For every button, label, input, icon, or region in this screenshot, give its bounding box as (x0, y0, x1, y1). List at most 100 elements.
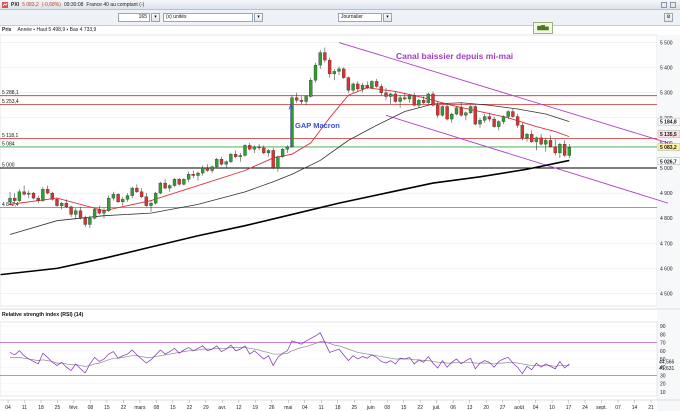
candle-body (412, 95, 416, 106)
rsi-tick-label: 70 (660, 341, 666, 347)
candle (107, 195, 111, 212)
candle-body (431, 93, 435, 106)
candle-body (323, 52, 327, 61)
rsi-tick-label: 90 (660, 324, 666, 330)
candle-body (525, 133, 529, 139)
candle (309, 77, 313, 98)
candle-body (144, 196, 148, 206)
x-tick-label: 07 (615, 405, 621, 411)
rsi-tick-label: 60 (660, 349, 666, 355)
candle (426, 92, 430, 105)
candle-body (567, 147, 571, 156)
candle-body (464, 112, 468, 116)
period-select[interactable]: Journalier (338, 13, 382, 22)
candle-body (55, 199, 59, 206)
candle-body (45, 189, 50, 194)
candle-body (365, 85, 369, 88)
candle-body (276, 156, 280, 169)
settings-icon[interactable]: ⚙ (664, 13, 673, 22)
candle-body (515, 116, 520, 126)
level-label: 5 288,1 (2, 90, 19, 96)
candle-body (186, 174, 191, 180)
candle-body (403, 97, 407, 100)
candle-body (483, 116, 487, 121)
candle-body (257, 146, 261, 149)
candle-body (229, 154, 233, 162)
candle-body (530, 133, 534, 142)
candle (346, 76, 351, 93)
candle-body (342, 68, 346, 78)
price-change: (-0,68%) (41, 1, 61, 8)
chevron-down-icon[interactable]: ▾ (151, 13, 160, 22)
price-tick-label: 5 300 (660, 91, 673, 97)
candle-body (407, 95, 412, 100)
price-tag: 5 083,2 (657, 143, 680, 151)
candle-body (492, 118, 496, 127)
candle-body (374, 81, 379, 87)
candle (158, 181, 163, 195)
candle-body (295, 97, 299, 101)
chevron-down-icon[interactable]: ▾ (383, 13, 392, 22)
candle-body (205, 167, 210, 171)
candle-body (125, 195, 130, 200)
x-tick-label: avr. (218, 405, 226, 411)
chevron-down-icon[interactable]: ▾ (254, 13, 263, 22)
units-select[interactable]: (x) unités (163, 13, 253, 22)
chart-range-info: Année ▪ Haut 5 498,9 ▪ Bas 4 733,9 (17, 27, 97, 33)
x-tick-label: 12 (236, 405, 242, 411)
candle-body (88, 218, 92, 225)
price-tick-label: 4 700 (660, 241, 673, 247)
candle-body (107, 197, 111, 211)
x-tick-label: 25 (351, 405, 357, 411)
quote-time: 09:30:08 (63, 1, 84, 8)
candle-body (116, 194, 120, 203)
candle (182, 178, 186, 186)
candle-body (139, 191, 144, 197)
candle-body (544, 140, 548, 145)
price-tick-label: 4 600 (660, 266, 673, 272)
candle-body (201, 167, 205, 174)
x-tick-label: 11 (319, 405, 324, 411)
candle-body (280, 149, 285, 157)
candle-body (111, 194, 116, 199)
close-icon[interactable] (670, 1, 676, 8)
candle (243, 144, 247, 157)
level-label: 5 253,4 (2, 99, 19, 105)
candle-body (182, 179, 186, 185)
candle (468, 105, 473, 115)
price-plot-area (0, 34, 658, 307)
candle-body (121, 199, 125, 203)
x-tick-label: juil. (432, 405, 441, 411)
candle-body (17, 191, 22, 201)
candle-body (271, 150, 275, 169)
candle-body (60, 202, 64, 206)
x-tick-label: 26 (269, 405, 275, 411)
count-input[interactable]: 165 (118, 13, 150, 22)
minimize-icon[interactable] (661, 1, 667, 8)
candle (454, 106, 459, 116)
x-tick-label: 15 (170, 405, 176, 411)
candle-body (379, 86, 383, 93)
candle-body (459, 107, 463, 116)
candle-body (384, 92, 388, 97)
candle-body (501, 116, 506, 122)
candle-body (299, 100, 304, 102)
price-tag-label: 5 135,5 (660, 132, 677, 138)
price-chart[interactable]: 5 288,1 5 253,4 5 118,1 5 084 5 000 4 842,4 GA… (0, 26, 680, 411)
price-tag: 5 026,7 (657, 157, 680, 165)
chart-toolbar: 165 ▾ (x) unités ▾ Journalier ▾ ▆▇▅ ⚙ (0, 10, 680, 34)
window-controls (661, 1, 680, 8)
candle-body (191, 174, 195, 176)
candle-body (31, 192, 36, 199)
candle-body (454, 107, 459, 115)
trading-window: PXI 5 083,2 (-0,68%) 09:30:08 France 40 … (0, 0, 680, 411)
price-tick-label: 4 800 (660, 216, 673, 222)
candle (520, 122, 524, 141)
candle-body (337, 68, 341, 72)
last-price: 5 083,2 (22, 1, 39, 8)
candle-body (224, 161, 228, 165)
candle-body (356, 83, 360, 90)
candle-body (327, 59, 332, 75)
candle-body (436, 105, 440, 116)
x-tick-label: 29 (203, 405, 209, 411)
